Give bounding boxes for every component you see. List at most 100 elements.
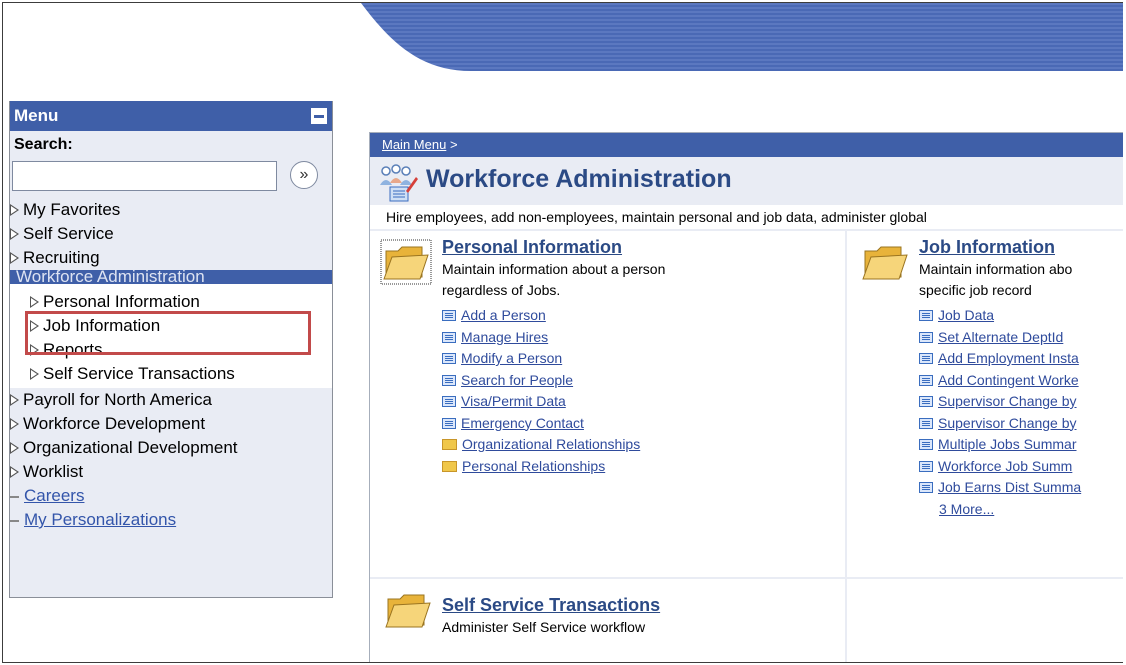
link-job-data[interactable]: Job Data — [919, 305, 1081, 327]
page-icon — [919, 331, 933, 343]
expand-arrow-icon — [30, 296, 39, 308]
link-label[interactable]: Workforce Job Summ — [938, 458, 1072, 474]
empty-cell — [847, 579, 1123, 662]
link-label[interactable]: Personal Relationships — [462, 458, 605, 474]
link-label[interactable]: Job Earns Dist Summa — [938, 479, 1081, 495]
page-icon — [919, 353, 933, 364]
menu-item-label: Self Service Transactions — [43, 364, 235, 383]
workforce-people-icon — [380, 164, 418, 202]
header-banner — [361, 3, 1123, 71]
menu-item-worklist[interactable]: Worklist — [10, 460, 332, 484]
menu-item-recruiting[interactable]: Recruiting — [10, 246, 332, 270]
menu-search-input[interactable] — [12, 161, 277, 191]
section-description: Maintain information about a person rega… — [442, 259, 665, 301]
browser-frame: Menu Search: » My Favorites Self Service… — [2, 2, 1123, 663]
expand-arrow-icon — [30, 368, 39, 380]
menu-link-my-personalizations[interactable]: My Personalizations — [10, 508, 332, 532]
section-self-service-transactions: Self Service Transactions Administer Sel… — [370, 579, 845, 662]
page-icon — [919, 396, 933, 407]
link-add-contingent-worker[interactable]: Add Contingent Worke — [919, 370, 1081, 392]
menu-link-label[interactable]: My Personalizations — [24, 510, 176, 529]
submenu-item-self-service-transactions[interactable]: Self Service Transactions — [10, 362, 332, 386]
menu-link-careers[interactable]: Careers — [10, 484, 332, 508]
link-label[interactable]: Supervisor Change by — [938, 415, 1077, 431]
link-modify-a-person[interactable]: Modify a Person — [442, 348, 640, 370]
menu-item-label: My Favorites — [23, 200, 121, 219]
description-line: specific job record — [919, 282, 1032, 298]
folder-icon[interactable] — [382, 587, 434, 633]
link-label[interactable]: Add Contingent Worke — [938, 372, 1079, 388]
highlight-box — [25, 311, 311, 355]
menu-item-workforce-development[interactable]: Workforce Development — [10, 412, 332, 436]
link-label[interactable]: Organizational Relationships — [462, 436, 640, 452]
expand-arrow-icon — [10, 394, 19, 406]
link-add-a-person[interactable]: Add a Person — [442, 305, 640, 327]
link-job-earns-dist-summary[interactable]: Job Earns Dist Summa — [919, 477, 1081, 499]
search-go-button[interactable]: » — [290, 161, 318, 189]
link-label[interactable]: Search for People — [461, 372, 573, 388]
link-set-alternate-deptid[interactable]: Set Alternate DeptId — [919, 327, 1081, 349]
link-label[interactable]: Set Alternate DeptId — [938, 329, 1063, 345]
section-title-self-service-transactions[interactable]: Self Service Transactions — [442, 595, 660, 616]
link-label[interactable]: Add a Person — [461, 307, 546, 323]
description-line: Administer Self Service workflow — [442, 619, 646, 635]
menu-item-payroll[interactable]: Payroll for North America — [10, 388, 332, 412]
section-title-job-information[interactable]: Job Information — [919, 237, 1055, 258]
expand-arrow-icon — [10, 466, 19, 478]
collapse-menu-icon[interactable] — [311, 108, 327, 124]
menu-item-label: Organizational Development — [23, 438, 238, 457]
link-personal-relationships[interactable]: Personal Relationships — [442, 456, 640, 478]
menu-item-label: Payroll for North America — [23, 390, 212, 409]
link-label[interactable]: Supervisor Change by — [938, 393, 1077, 409]
link-emergency-contact[interactable]: Emergency Contact — [442, 413, 640, 435]
link-add-employment-instance[interactable]: Add Employment Insta — [919, 348, 1081, 370]
section-description: Administer Self Service workflow — [442, 617, 645, 638]
link-label[interactable]: Add Employment Insta — [938, 350, 1079, 366]
link-label[interactable]: Visa/Permit Data — [461, 393, 566, 409]
menu-item-label: Self Service — [23, 224, 114, 243]
menu-link-label[interactable]: Careers — [24, 486, 84, 505]
folder-icon[interactable] — [859, 239, 911, 285]
menu-title: Menu — [14, 106, 59, 125]
link-label[interactable]: Manage Hires — [461, 329, 548, 345]
page-icon — [919, 482, 933, 493]
link-manage-hires[interactable]: Manage Hires — [442, 327, 640, 349]
link-visa-permit-data[interactable]: Visa/Permit Data — [442, 391, 640, 413]
menu-item-workforce-administration[interactable]: Workforce Administration — [10, 270, 332, 284]
link-more[interactable]: 3 More... — [919, 499, 1081, 521]
description-line: Maintain information abo — [919, 261, 1073, 277]
description-line: Maintain information about a person — [442, 261, 666, 277]
page-description: Hire employees, add non-employees, maint… — [370, 205, 1123, 229]
section-title-personal-information[interactable]: Personal Information — [442, 237, 622, 258]
menu-item-my-favorites[interactable]: My Favorites — [10, 198, 332, 222]
expand-arrow-icon — [10, 228, 19, 240]
page-icon — [919, 439, 933, 450]
link-organizational-relationships[interactable]: Organizational Relationships — [442, 434, 640, 456]
link-supervisor-change-2[interactable]: Supervisor Change by — [919, 413, 1081, 435]
page-icon — [919, 374, 933, 386]
expand-arrow-icon — [10, 418, 19, 430]
link-label[interactable]: Multiple Jobs Summar — [938, 436, 1077, 452]
link-label[interactable]: Job Data — [938, 307, 994, 323]
link-supervisor-change-1[interactable]: Supervisor Change by — [919, 391, 1081, 413]
menu-item-label: Workforce Administration — [16, 270, 205, 284]
link-list: Add a Person Manage Hires Modify a Perso… — [442, 305, 640, 477]
folder-icon[interactable] — [380, 239, 432, 285]
more-link-label[interactable]: 3 More... — [939, 501, 994, 517]
expand-arrow-icon — [10, 442, 19, 454]
menu-item-label: Recruiting — [23, 248, 100, 267]
menu-item-self-service[interactable]: Self Service — [10, 222, 332, 246]
dash-icon — [10, 519, 19, 522]
link-workforce-job-summary[interactable]: Workforce Job Summ — [919, 456, 1081, 478]
link-search-for-people[interactable]: Search for People — [442, 370, 640, 392]
link-label[interactable]: Modify a Person — [461, 350, 562, 366]
breadcrumb-separator: > — [449, 137, 458, 152]
menu-item-organizational-development[interactable]: Organizational Development — [10, 436, 332, 460]
menu-item-label: Workforce Development — [23, 414, 206, 433]
link-multiple-jobs-summary[interactable]: Multiple Jobs Summar — [919, 434, 1081, 456]
folder-small-icon — [442, 439, 457, 450]
link-label[interactable]: Emergency Contact — [461, 415, 584, 431]
breadcrumb-main-menu-link[interactable]: Main Menu — [382, 137, 446, 152]
page-icon — [442, 310, 456, 321]
page-icon — [919, 310, 933, 321]
